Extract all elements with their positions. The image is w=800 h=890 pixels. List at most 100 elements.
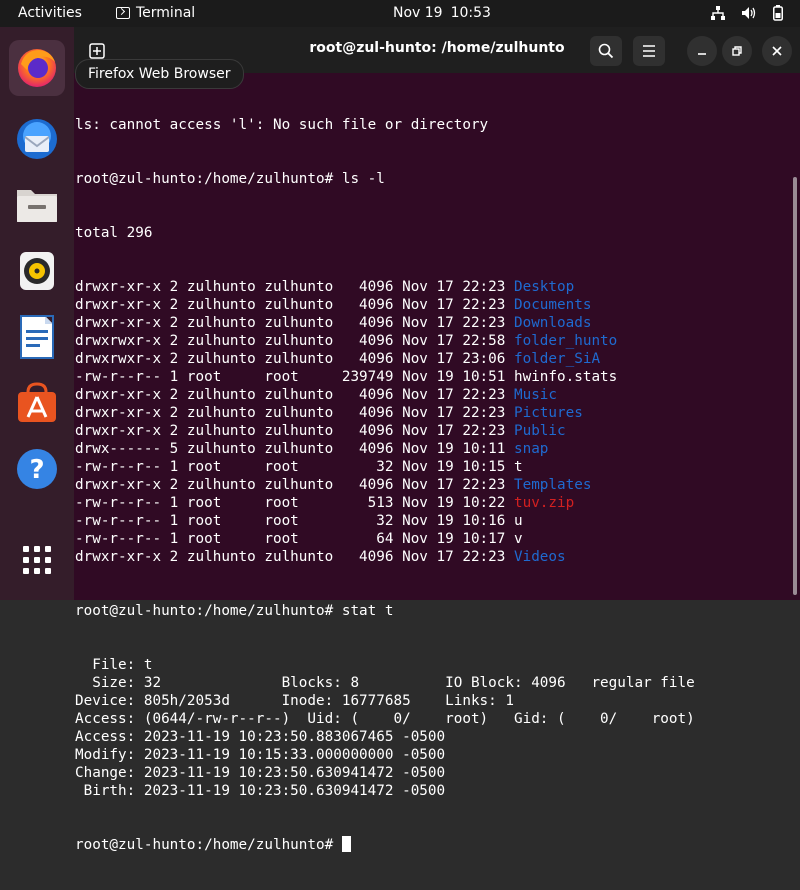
- minimize-icon: [698, 53, 706, 55]
- stat-line: Size: 32 Blocks: 8 IO Block: 4096 regula…: [75, 675, 695, 691]
- shell-prompt: root@zul-hunto:/home/zulhunto#: [75, 171, 334, 187]
- dock-tooltip: Firefox Web Browser: [75, 59, 244, 89]
- directory-name: Pictures: [513, 405, 583, 421]
- stat-line: File: t: [75, 657, 153, 673]
- dock-rhythmbox[interactable]: [9, 243, 65, 299]
- dock-firefox[interactable]: [9, 40, 65, 96]
- thunderbird-icon: [17, 119, 57, 159]
- command-line: root@zul-hunto:/home/zulhunto# ls -l: [75, 170, 787, 188]
- app-menu[interactable]: Terminal: [116, 5, 195, 21]
- file-attributes: drwxr-xr-x 2 zulhunto zulhunto 4096 Nov …: [75, 387, 514, 403]
- stat-line: Modify: 2023-11-19 10:15:33.000000000 -0…: [75, 747, 446, 763]
- directory-name: folder_SiA: [513, 351, 601, 367]
- file-attributes: drwxr-xr-x 2 zulhunto zulhunto 4096 Nov …: [75, 297, 514, 313]
- app-menu-label: Terminal: [136, 5, 196, 21]
- listing-row: drwxr-xr-x 2 zulhunto zulhunto 4096 Nov …: [75, 548, 787, 566]
- rhythmbox-icon: [20, 252, 54, 290]
- command-text: ls -l: [333, 171, 385, 187]
- dock-app-center[interactable]: [9, 375, 65, 431]
- directory-listing: drwxr-xr-x 2 zulhunto zulhunto 4096 Nov …: [75, 278, 787, 566]
- dock-libreoffice-writer[interactable]: [9, 309, 65, 365]
- dock: ?: [0, 27, 74, 600]
- dock-files[interactable]: [9, 177, 65, 233]
- firefox-icon: [18, 49, 56, 87]
- help-icon: ?: [17, 449, 57, 489]
- listing-row: drwx------ 5 zulhunto zulhunto 4096 Nov …: [75, 440, 787, 458]
- scrollbar[interactable]: [793, 177, 797, 595]
- close-button[interactable]: [762, 36, 792, 66]
- listing-row: drwxr-xr-x 2 zulhunto zulhunto 4096 Nov …: [75, 386, 787, 404]
- directory-name: Videos: [513, 549, 566, 565]
- file-name: t: [513, 459, 523, 475]
- listing-row: -rw-r--r-- 1 root root 239749 Nov 19 10:…: [75, 368, 787, 386]
- listing-row: -rw-r--r-- 1 root root 32 Nov 19 10:15 t: [75, 458, 787, 476]
- writer-icon: [20, 315, 54, 359]
- file-attributes: drwxr-xr-x 2 zulhunto zulhunto 4096 Nov …: [75, 549, 514, 565]
- terminal-window: root@zul-hunto: /home/zulhunto ls: canno…: [74, 27, 800, 853]
- stat-line: Access: (0644/-rw-r--r--) Uid: ( 0/ root…: [75, 711, 695, 727]
- menu-button[interactable]: [633, 36, 665, 66]
- clock[interactable]: Nov 19 10:53: [393, 5, 491, 21]
- directory-name: Documents: [513, 297, 592, 313]
- search-icon: [598, 43, 614, 59]
- output-line: total 296: [75, 225, 153, 241]
- dock-help[interactable]: ?: [9, 441, 65, 497]
- system-tray[interactable]: [711, 5, 783, 21]
- restore-icon: [732, 46, 742, 56]
- close-icon: [772, 46, 782, 56]
- terminal-output[interactable]: ls: cannot access 'l': No such file or d…: [75, 80, 787, 890]
- listing-row: -rw-r--r-- 1 root root 64 Nov 19 10:17 v: [75, 530, 787, 548]
- dock-thunderbird[interactable]: [9, 111, 65, 167]
- listing-row: drwxr-xr-x 2 zulhunto zulhunto 4096 Nov …: [75, 278, 787, 296]
- activities-button[interactable]: Activities: [18, 5, 82, 21]
- network-icon: [711, 6, 725, 20]
- command-text: stat t: [333, 603, 394, 619]
- text-cursor: [341, 836, 351, 852]
- listing-row: -rw-r--r-- 1 root root 513 Nov 19 10:22 …: [75, 494, 787, 512]
- directory-name: Templates: [513, 477, 592, 493]
- output-line: ls: cannot access 'l': No such file or d…: [75, 117, 489, 133]
- file-name: hwinfo.stats: [513, 369, 618, 385]
- stat-line: Device: 805h/2053d Inode: 16777685 Links…: [75, 693, 514, 709]
- file-attributes: drwxr-xr-x 2 zulhunto zulhunto 4096 Nov …: [75, 405, 514, 421]
- directory-name: snap: [513, 441, 549, 457]
- listing-row: drwxr-xr-x 2 zulhunto zulhunto 4096 Nov …: [75, 404, 787, 422]
- directory-name: Downloads: [513, 315, 592, 331]
- stat-line: Access: 2023-11-19 10:23:50.883067465 -0…: [75, 729, 446, 745]
- app-center-icon: [18, 382, 56, 422]
- svg-text:?: ?: [29, 455, 44, 485]
- files-icon: [17, 190, 57, 222]
- file-attributes: drwxrwxr-x 2 zulhunto zulhunto 4096 Nov …: [75, 351, 514, 367]
- file-name: v: [513, 531, 523, 547]
- file-attributes: -rw-r--r-- 1 root root 64 Nov 19 10:17: [75, 531, 514, 547]
- shell-prompt: root@zul-hunto:/home/zulhunto#: [75, 837, 334, 853]
- clock-date: Nov 19: [393, 5, 443, 21]
- minimize-button[interactable]: [687, 36, 717, 66]
- listing-row: drwxr-xr-x 2 zulhunto zulhunto 4096 Nov …: [75, 476, 787, 494]
- file-attributes: drwxrwxr-x 2 zulhunto zulhunto 4096 Nov …: [75, 333, 514, 349]
- stat-line: Birth: 2023-11-19 10:23:50.630941472 -05…: [75, 783, 446, 799]
- listing-row: drwxr-xr-x 2 zulhunto zulhunto 4096 Nov …: [75, 314, 787, 332]
- grid-icon: [23, 546, 51, 574]
- directory-name: Desktop: [513, 279, 575, 295]
- file-attributes: -rw-r--r-- 1 root root 32 Nov 19 10:16: [75, 513, 514, 529]
- top-bar: Activities Terminal Nov 19 10:53: [0, 0, 800, 27]
- file-attributes: drwxr-xr-x 2 zulhunto zulhunto 4096 Nov …: [75, 477, 514, 493]
- file-attributes: -rw-r--r-- 1 root root 513 Nov 19 10:22: [75, 495, 514, 511]
- file-name: u: [513, 513, 523, 529]
- maximize-button[interactable]: [722, 36, 752, 66]
- file-attributes: drwxr-xr-x 2 zulhunto zulhunto 4096 Nov …: [75, 279, 514, 295]
- command-line: root@zul-hunto:/home/zulhunto# stat t: [75, 602, 787, 620]
- stat-line: Change: 2023-11-19 10:23:50.630941472 -0…: [75, 765, 446, 781]
- command-line[interactable]: root@zul-hunto:/home/zulhunto#: [75, 836, 787, 854]
- show-apps-button[interactable]: [9, 532, 65, 588]
- search-button[interactable]: [590, 36, 622, 66]
- stat-output: File: t Size: 32 Blocks: 8 IO Block: 409…: [75, 656, 787, 800]
- listing-row: drwxr-xr-x 2 zulhunto zulhunto 4096 Nov …: [75, 422, 787, 440]
- hamburger-icon: [643, 45, 655, 57]
- file-attributes: drwxr-xr-x 2 zulhunto zulhunto 4096 Nov …: [75, 315, 514, 331]
- file-attributes: drwxr-xr-x 2 zulhunto zulhunto 4096 Nov …: [75, 423, 514, 439]
- shell-prompt: root@zul-hunto:/home/zulhunto#: [75, 603, 334, 619]
- terminal-icon: [116, 7, 130, 19]
- file-attributes: drwx------ 5 zulhunto zulhunto 4096 Nov …: [75, 441, 514, 457]
